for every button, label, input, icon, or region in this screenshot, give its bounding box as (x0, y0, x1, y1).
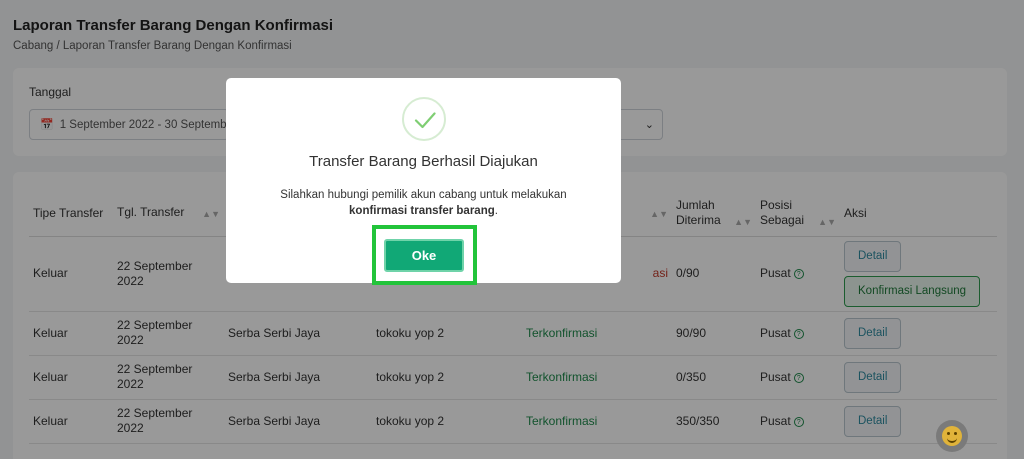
modal-title: Transfer Barang Berhasil Diajukan (309, 153, 538, 170)
chat-widget-button[interactable] (936, 420, 968, 452)
check-icon (402, 97, 446, 141)
modal-message: Silahkan hubungi pemilik akun cabang unt… (280, 189, 567, 217)
smiley-icon (942, 426, 962, 446)
ok-button[interactable]: Oke (384, 239, 464, 272)
success-modal: Transfer Barang Berhasil Diajukan Silahk… (226, 78, 621, 285)
modal-message-bold: konfirmasi transfer barang (349, 205, 495, 217)
